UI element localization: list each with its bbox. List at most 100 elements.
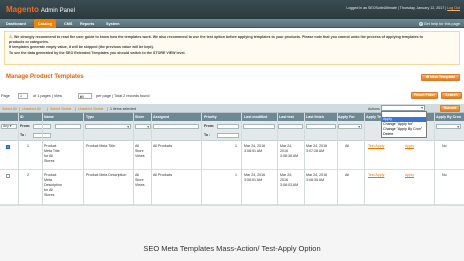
- assigned-filter-input[interactable]: [153, 124, 199, 129]
- col-store[interactable]: Store: [135, 115, 144, 119]
- separator: |: [19, 106, 20, 111]
- column-divider: [133, 113, 134, 205]
- cell-name: Product Meta Description for All Stores: [44, 173, 80, 198]
- nav-item-catalog[interactable]: Catalog: [34, 19, 56, 28]
- magento-logo[interactable]: Magento Admin Panel: [6, 5, 75, 14]
- column-divider: [337, 113, 338, 205]
- col-last-test[interactable]: Last test: [279, 115, 294, 119]
- caption: SEO Meta Templates Mass-Action/ Test-App…: [143, 244, 321, 253]
- time-line: 3:08:03 AM: [280, 183, 299, 187]
- cell-last-test: Mar 24, 2016 3:08:03 AM: [280, 173, 298, 188]
- page-input[interactable]: 1: [18, 92, 28, 99]
- col-name[interactable]: Name: [44, 115, 54, 119]
- reset-filter-button[interactable]: Reset Filter: [411, 92, 438, 99]
- cell-id: 1: [27, 144, 29, 148]
- row-checkbox[interactable]: [6, 145, 10, 149]
- cell-last-modified: Mar 24, 2016 3:08:51 AM: [244, 144, 265, 154]
- notice-line-4: To see the data generated by the SEO Ext…: [9, 50, 186, 55]
- help-link[interactable]: ? Get help for this page: [418, 21, 460, 26]
- submit-button[interactable]: Submit: [440, 105, 460, 112]
- cell-last-finish: Mar 24, 2016 3:08:35 AM: [306, 173, 327, 183]
- cell-type: Product Meta Description: [86, 173, 127, 177]
- new-template-label: New Template: [430, 75, 456, 79]
- cell-apply-for: All: [345, 144, 349, 148]
- cell-store: All Store Views: [135, 173, 145, 188]
- store-line: Views: [135, 154, 145, 158]
- last-test-filter-input[interactable]: [278, 124, 303, 129]
- apply-by-cron-filter-select[interactable]: ▾: [436, 124, 461, 129]
- new-template-button[interactable]: ⊕ New Template: [421, 74, 460, 81]
- cell-priority: 1: [235, 144, 237, 148]
- chevron-down-icon: ▾: [147, 124, 149, 129]
- priority-to-label: To :: [204, 133, 211, 137]
- last-modified-filter-input[interactable]: [243, 124, 275, 129]
- chevron-down-icon: ▾: [421, 106, 423, 110]
- logo-text: Magento: [6, 5, 39, 14]
- nav-item-dashboard[interactable]: Dashboard: [6, 22, 26, 26]
- apply-for-filter-select[interactable]: ▾: [338, 124, 362, 129]
- per-page-suffix: per page | Total 2 records found: [96, 93, 150, 98]
- column-divider: [151, 113, 152, 205]
- actions-dropdown[interactable]: Apply Change "Apply for" Change "Apply B…: [381, 111, 427, 138]
- col-last-modified[interactable]: Last modified: [244, 115, 267, 119]
- last-finish-filter-input[interactable]: [306, 124, 336, 129]
- of-pages-text: of 1 pages | View: [33, 93, 62, 98]
- apply-link[interactable]: Apply: [405, 144, 414, 149]
- test-apply-link[interactable]: Test Apply: [368, 144, 384, 149]
- logout-link[interactable]: Log Out: [447, 6, 460, 10]
- nav-item-reports[interactable]: Reports: [80, 22, 94, 26]
- cell-last-finish: Mar 24, 2016 3:07:28 AM: [306, 144, 327, 154]
- col-last-finish[interactable]: Last finish: [306, 115, 324, 119]
- apply-link[interactable]: Apply: [405, 173, 414, 178]
- col-apply-for[interactable]: Apply For: [338, 115, 355, 119]
- massaction-filter-select[interactable]: Any ▾: [1, 124, 17, 129]
- store-filter-select[interactable]: ▾: [135, 124, 151, 129]
- time-line: 3:08:51 AM: [244, 178, 263, 182]
- test-apply-link[interactable]: Test Apply: [368, 173, 384, 178]
- id-from-label: From:: [20, 124, 31, 128]
- notice-text-1: We strongly recommend to read the user g…: [14, 35, 424, 39]
- cell-type: Product Meta Title: [86, 144, 115, 148]
- separator: |: [47, 106, 48, 111]
- name-line: Stores: [44, 159, 55, 163]
- top-header: Magento Admin Panel Logged in as SEOSuite…: [0, 0, 464, 19]
- col-apply-by-cron[interactable]: Apply By Cron: [436, 115, 461, 119]
- column-divider: [241, 113, 242, 205]
- notice-line-1: ⚠We strongly recommend to read the user …: [9, 34, 455, 40]
- table-row[interactable]: 1 Product Meta Title for All Stores Prod…: [0, 141, 464, 170]
- select-visible-link[interactable]: Select Visible: [50, 107, 72, 111]
- priority-to-input[interactable]: [217, 133, 239, 138]
- per-page-select[interactable]: 20 ▾: [78, 92, 92, 99]
- nav-item-cms[interactable]: CMS: [64, 22, 72, 26]
- table-row[interactable]: 2 Product Meta Description for All Store…: [0, 170, 464, 205]
- column-divider: [83, 113, 84, 205]
- store-line: Views: [135, 183, 145, 187]
- user-info-text: Logged in as SEOSuiteUltimate | Thursday…: [346, 6, 447, 10]
- unselect-visible-link[interactable]: Unselect Visible: [78, 107, 104, 111]
- action-option-delete[interactable]: Delete: [382, 132, 426, 137]
- col-assigned[interactable]: Assigned: [153, 115, 169, 119]
- column-divider: [364, 113, 365, 205]
- help-icon: ?: [418, 21, 423, 26]
- row-checkbox[interactable]: [6, 174, 10, 178]
- unselect-all-link[interactable]: Unselect All: [22, 107, 41, 111]
- column-divider: [18, 113, 19, 205]
- chevron-down-icon: ▾: [457, 124, 459, 129]
- nav-item-system[interactable]: System: [106, 22, 120, 26]
- col-id[interactable]: ID: [20, 115, 24, 119]
- select-all-link[interactable]: Select All: [2, 107, 17, 111]
- warning-notice: ⚠We strongly recommend to read the user …: [4, 31, 460, 65]
- user-info-bar: Logged in as SEOSuiteUltimate | Thursday…: [346, 6, 460, 10]
- priority-from-input[interactable]: [217, 124, 239, 129]
- type-filter-select[interactable]: ▾: [85, 124, 131, 129]
- col-type[interactable]: Type: [86, 115, 94, 119]
- col-priority[interactable]: Priority: [204, 115, 217, 119]
- column-divider: [304, 113, 305, 205]
- priority-from-label: From:: [204, 124, 215, 128]
- name-filter-input[interactable]: [55, 124, 81, 129]
- name-line: Stores: [44, 193, 55, 197]
- page-label: Page: [1, 93, 10, 98]
- page-title: Manage Product Templates: [6, 74, 84, 80]
- search-button[interactable]: Search: [441, 92, 462, 99]
- pager: Page 1 of 1 pages | View 20 ▾ per page |…: [0, 92, 464, 100]
